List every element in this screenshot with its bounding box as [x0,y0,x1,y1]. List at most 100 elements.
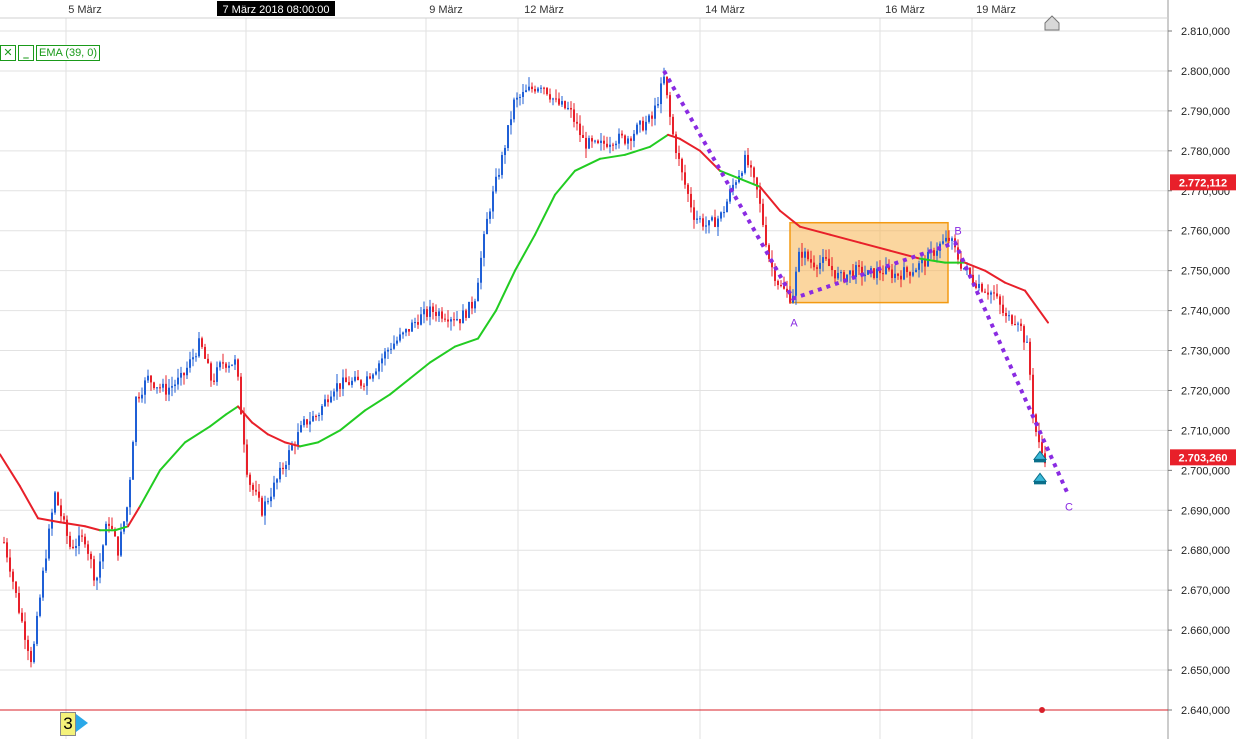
candle-body [84,536,86,545]
candle-body [588,138,590,149]
candle-body [273,482,275,497]
candle-body [48,528,50,559]
candle-body [408,328,410,332]
ema-segment [37,517,61,524]
candle-body [858,265,860,267]
candle-body [696,218,698,220]
candle-body [330,396,332,403]
candle-body [471,301,473,309]
candle-body [780,285,782,287]
candle-body [576,121,578,124]
candle-body [1020,323,1022,327]
candle-body [414,322,416,324]
candle-body [201,338,203,347]
candle-body [630,138,632,141]
candle-body [660,83,662,105]
ema-segment [299,441,319,448]
candle-body [132,442,134,480]
candle-body [924,259,926,267]
candle-body [609,144,611,147]
candle-body [543,87,545,89]
candle-body [174,384,176,387]
pattern-label-a: A [790,318,798,330]
candle-body [765,224,767,246]
candle-body [264,501,266,516]
candle-body [672,116,674,135]
candle-body [522,91,524,97]
candle-body [129,479,131,508]
candle-body [18,592,20,613]
candle-body [549,94,551,100]
candle-body [777,280,779,286]
ema-segment [267,433,286,444]
candle-body [225,363,227,368]
y-tick-label: 2.640,000 [1181,705,1230,717]
indicator-label[interactable]: EMA (39, 0) [36,45,101,61]
candle-body [282,467,284,470]
candle-body [147,375,149,381]
badge-arrow-icon[interactable] [76,714,88,732]
candle-body [642,120,644,131]
candle-body [684,172,686,185]
candle-body [387,349,389,352]
candle-body [759,189,761,204]
candle-body [333,391,335,397]
y-tick-label: 2.740,000 [1181,306,1230,318]
candle-body [438,311,440,316]
candle-body [717,218,719,227]
indicator-panel: ✕ _ EMA (39, 0) [0,45,101,61]
candle-body [1014,323,1016,325]
candle-body [33,643,35,663]
candle-body [9,557,11,572]
alert-handle[interactable] [1039,707,1045,713]
candle-body [315,416,317,418]
candle-body [993,292,995,294]
candle-body [228,365,230,368]
x-tick-label-crosshair: 7 März 2018 08:00:00 [222,4,329,16]
candle-body [144,380,146,395]
candle-body [324,399,326,407]
candle-body [351,380,353,385]
candle-body [567,107,569,109]
candlestick-chart[interactable]: A B C 5 März 7 März 2018 08:00:00 9 März 12 M… [0,0,1243,739]
candle-body [972,274,974,284]
candle-body [699,218,701,220]
minimize-icon[interactable]: _ [18,45,34,61]
ema-segment [159,441,186,472]
grid-lines [0,0,1169,739]
candle-body [474,301,476,309]
candle-body [501,155,503,175]
candle-body [213,380,215,382]
candle-body [186,367,188,376]
candle-body [135,396,137,443]
candle-body [45,558,47,571]
candle-body [270,496,272,502]
buy-marker[interactable] [1033,472,1047,482]
candle-body [159,387,161,389]
candle-body [384,351,386,359]
candle-body [117,536,119,556]
ema-segment [139,469,161,508]
ema-segment [317,429,341,444]
candle-body [3,542,5,544]
candle-body [405,328,407,333]
candle-body [798,251,800,272]
candle-body [1032,374,1034,415]
candle-body [891,269,893,279]
candle-body [882,273,884,275]
candle-body [441,311,443,319]
candle-body [645,121,647,131]
candle-body [267,501,269,503]
candle-body [447,319,449,322]
close-icon[interactable]: ✕ [0,45,16,61]
count-badge[interactable]: 3 [60,712,76,736]
candle-body [690,193,692,208]
candle-body [597,140,599,143]
candle-body [120,531,122,556]
x-tick-label: 16 März [885,4,925,16]
y-tick-label: 2.650,000 [1181,665,1230,677]
ema-segment [1004,281,1026,292]
candle-body [918,263,920,270]
y-tick-label: 2.760,000 [1181,226,1230,238]
candle-body [546,87,548,95]
